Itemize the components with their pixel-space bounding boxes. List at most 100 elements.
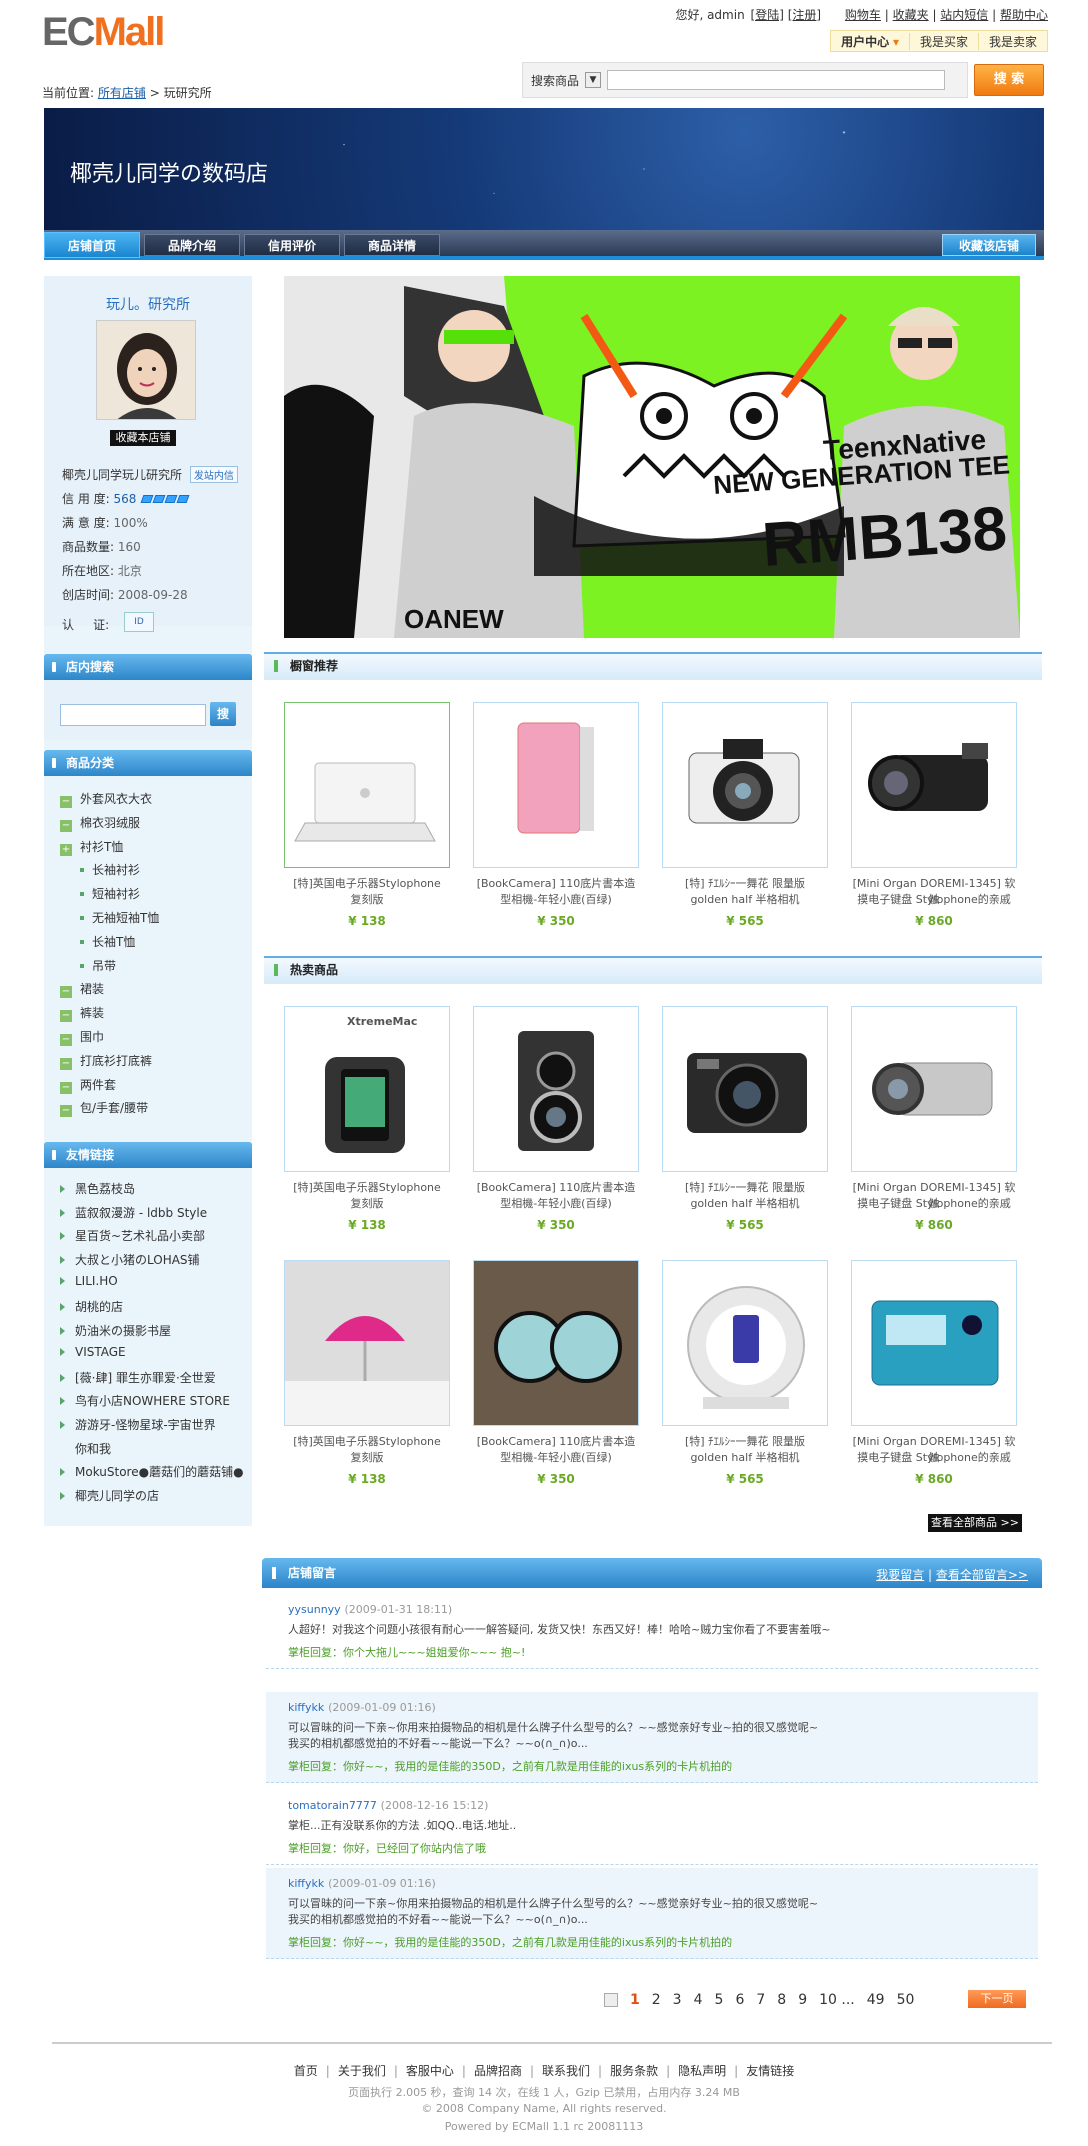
product-image[interactable] [284, 1260, 450, 1426]
page-link[interactable]: 10 ... [819, 1992, 855, 2008]
product-name[interactable]: [BookCamera] 110底片書本造 [471, 876, 641, 892]
category-item[interactable]: 长袖衬衫 [80, 861, 140, 878]
product-name[interactable]: [特] ﾁｴﾙｼｰ一舞花 限量版 [660, 876, 830, 892]
product-name[interactable]: [特]英国电子乐器Stylophone [282, 1180, 452, 1196]
product-image[interactable] [662, 1260, 828, 1426]
category-item[interactable]: + 衬衫T恤 [60, 838, 123, 856]
certification-icon[interactable]: ID [124, 612, 154, 632]
product-name[interactable]: [BookCamera] 110底片書本造 [471, 1434, 641, 1450]
first-page-icon[interactable] [604, 1993, 618, 2007]
footer-link[interactable]: 关于我们 [338, 2064, 386, 2078]
product-name[interactable]: golden half 半格相机 [660, 892, 830, 908]
footer-link[interactable]: 友情链接 [746, 2064, 794, 2078]
page-link[interactable]: 9 [798, 1992, 807, 2008]
category-item[interactable]: 无袖短袖T恤 [80, 909, 159, 926]
cart-link[interactable]: 购物车 [845, 8, 881, 22]
product-name[interactable]: 复刻版 [282, 1450, 452, 1466]
page-link[interactable]: 50 [897, 1992, 915, 2008]
category-item[interactable]: − 打底衫打底裤 [60, 1052, 152, 1070]
product-name[interactable]: [BookCamera] 110底片書本造 [471, 1180, 641, 1196]
friend-link[interactable]: 胡桃的店 [60, 1298, 123, 1315]
product-name[interactable]: golden half 半格相机 [660, 1196, 830, 1212]
friend-link[interactable]: 鸟有小店NOWHERE STORE [60, 1392, 230, 1409]
page-link[interactable]: 2 [652, 1992, 661, 2008]
product-name[interactable]: [特] ﾁｴﾙｼｰ一舞花 限量版 [660, 1180, 830, 1196]
page-link[interactable]: 3 [673, 1992, 682, 2008]
product-image[interactable] [473, 1260, 639, 1426]
message-author[interactable]: tomatorain7777 [288, 1799, 377, 1812]
friend-link[interactable]: 你和我 [60, 1440, 111, 1457]
favorite-store-button[interactable]: 收藏该店铺 [942, 234, 1036, 256]
friend-link[interactable]: 椰壳儿同学の店 [60, 1487, 159, 1504]
friend-link[interactable]: 游游牙-怪物星球-宇宙世界 [60, 1416, 216, 1433]
friend-link[interactable]: VISTAGE [60, 1345, 126, 1359]
buyer-link[interactable]: 我是买家 [908, 32, 978, 50]
category-item[interactable]: 吊带 [80, 957, 116, 974]
page-link[interactable]: 5 [715, 1992, 724, 2008]
send-message-button[interactable]: 发站内信 [189, 466, 238, 483]
friend-link[interactable]: 蓝叙叙漫游 - ldbb Style [60, 1204, 207, 1221]
page-link[interactable]: 6 [735, 1992, 744, 2008]
category-item[interactable]: 长袖T恤 [80, 933, 135, 950]
page-link[interactable]: 1 [630, 1992, 640, 2008]
message-author[interactable]: yysunnyy [288, 1603, 341, 1616]
logout-link[interactable]: [登陆] [751, 8, 784, 22]
search-button[interactable]: 搜 索 [974, 64, 1044, 96]
product-image[interactable] [851, 1006, 1017, 1172]
footer-link[interactable]: 客服中心 [406, 2064, 454, 2078]
view-all-messages-link[interactable]: 查看全部留言>> [936, 1568, 1028, 1582]
product-name[interactable]: 复刻版 [282, 892, 452, 908]
product-image[interactable] [473, 1006, 639, 1172]
register-link[interactable]: [注册] [788, 8, 821, 22]
page-link[interactable]: 4 [694, 1992, 703, 2008]
page-link[interactable]: 8 [777, 1992, 786, 2008]
search-input[interactable] [607, 70, 946, 90]
next-page-button[interactable]: 下一页 [968, 1990, 1026, 2008]
hero-banner[interactable]: TeenxNative NEW GENERATION TEE RMB138 OA… [284, 276, 1020, 638]
product-image[interactable] [662, 702, 828, 868]
footer-link[interactable]: 服务条款 [610, 2064, 658, 2078]
product-name[interactable]: 型相機-年轻小鹿(百绿) [471, 1196, 641, 1212]
friend-link[interactable]: 大叔と小猪のLOHAS铺 [60, 1251, 200, 1268]
page-link[interactable]: 49 [867, 1992, 885, 2008]
footer-link[interactable]: 品牌招商 [474, 2064, 522, 2078]
friend-link[interactable]: LILI.HO [60, 1274, 118, 1288]
tab-credit[interactable]: 信用评价 [244, 234, 340, 256]
product-image[interactable] [851, 702, 1017, 868]
store-search-button[interactable]: 搜 [210, 702, 236, 726]
product-name[interactable]: golden half 半格相机 [660, 1450, 830, 1466]
product-image[interactable] [851, 1260, 1017, 1426]
store-search-input[interactable] [60, 704, 206, 726]
friend-link[interactable]: 奶油米の摄影书屋 [60, 1322, 171, 1339]
product-name[interactable]: 摸电子键盘 Stylophone的亲戚 [849, 892, 1019, 908]
help-link[interactable]: 帮助中心 [1000, 8, 1048, 22]
category-item[interactable]: 短袖衬衫 [80, 885, 140, 902]
product-name[interactable]: [特]英国电子乐器Stylophone [282, 876, 452, 892]
friend-link[interactable]: [薇·肆] 罪生亦罪爱·全世爱 [60, 1369, 216, 1386]
chevron-down-icon[interactable]: ▼ [585, 72, 602, 88]
view-all-products-button[interactable]: 查看全部商品 >> [928, 1514, 1022, 1532]
footer-link[interactable]: 联系我们 [542, 2064, 590, 2078]
footer-link[interactable]: 隐私声明 [678, 2064, 726, 2078]
ecmall-logo[interactable]: ECMall [42, 10, 182, 58]
favorite-this-store-button[interactable]: 收藏本店铺 [110, 430, 176, 446]
category-item[interactable]: − 裤装 [60, 1004, 104, 1023]
product-image[interactable] [284, 702, 450, 868]
search-scope-select[interactable]: 搜索商品 [531, 72, 579, 89]
seller-link[interactable]: 我是卖家 [977, 32, 1047, 50]
friend-link[interactable]: MokuStore●蘑菇们的蘑菇铺● [60, 1463, 244, 1480]
product-name[interactable]: 型相機-年轻小鹿(百绿) [471, 892, 641, 908]
user-center-menu[interactable]: 用户中心 ▾ [831, 33, 909, 50]
tab-store-home[interactable]: 店铺首页 [44, 232, 140, 258]
footer-link[interactable]: 首页 [294, 2064, 318, 2078]
category-item[interactable]: − 包/手套/腰带 [60, 1099, 148, 1118]
product-name[interactable]: 摸电子键盘 Stylophone的亲戚 [849, 1450, 1019, 1466]
category-item[interactable]: − 围巾 [60, 1028, 104, 1046]
messages-link[interactable]: 站内短信 [940, 8, 988, 22]
favorites-link[interactable]: 收藏夹 [893, 8, 929, 22]
page-link[interactable]: 7 [756, 1992, 765, 2008]
product-name[interactable]: [特] ﾁｴﾙｼｰ一舞花 限量版 [660, 1434, 830, 1450]
post-message-link[interactable]: 我要留言 [876, 1568, 924, 1582]
friend-link[interactable]: 星百货~艺术礼品小卖部 [60, 1227, 205, 1244]
product-name[interactable]: [特]英国电子乐器Stylophone [282, 1434, 452, 1450]
